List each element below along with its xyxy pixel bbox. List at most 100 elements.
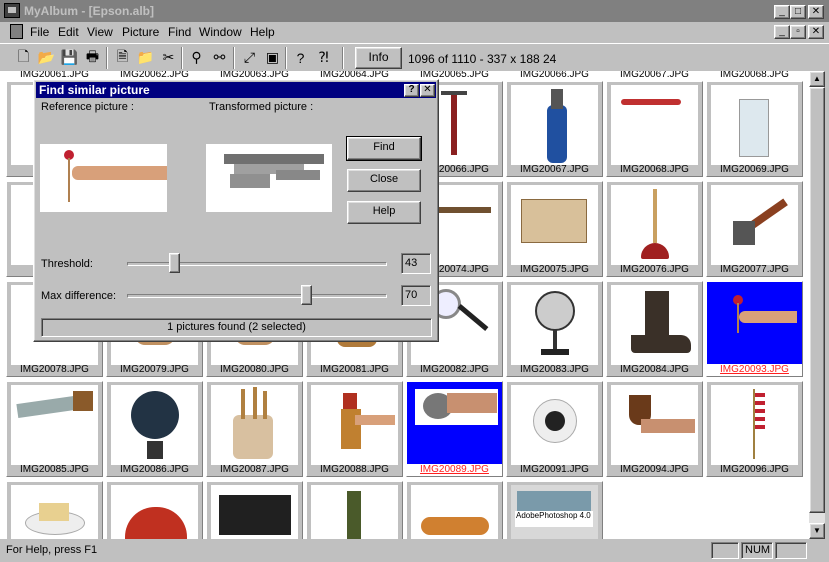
cut-icon[interactable]: ✂: [159, 48, 178, 67]
dialog-close-button[interactable]: ✕: [420, 84, 435, 97]
thumbnail-caption: IMG20088.JPG: [320, 464, 389, 475]
thumbnail-cell[interactable]: IMG20093.JPG: [706, 281, 803, 377]
max-difference-slider-track[interactable]: [127, 294, 387, 298]
mdi-minimize-button[interactable]: _: [774, 25, 790, 39]
menu-find[interactable]: Find: [168, 25, 191, 39]
threshold-label: Threshold:: [41, 258, 93, 270]
dialog-title-bar: Find similar picture ? ✕: [36, 82, 436, 98]
help-icon[interactable]: ?: [291, 48, 310, 67]
logo-version: 4.0: [579, 511, 591, 520]
menu-window[interactable]: Window: [199, 25, 242, 39]
thumbnail-cell[interactable]: [206, 481, 303, 539]
import-icon[interactable]: 🗎: [113, 48, 132, 67]
dialog-title: Find similar picture: [39, 83, 150, 97]
thumbnail-cell[interactable]: IMG20085.JPG: [6, 381, 103, 477]
open-icon[interactable]: 📂: [37, 48, 56, 67]
thumbnail-caption: IMG20086.JPG: [120, 464, 189, 475]
threshold-value: 43: [401, 253, 431, 274]
slideshow-icon[interactable]: ▣: [263, 48, 282, 67]
thumbnail-cell[interactable]: IMG20086.JPG: [106, 381, 203, 477]
partial-caption: IMG20068.JPG: [720, 71, 789, 80]
thumbnail-image: [711, 385, 798, 465]
threshold-slider-track[interactable]: [127, 262, 387, 266]
thumbnail-cell[interactable]: IMG20088.JPG: [306, 381, 403, 477]
threshold-slider-handle[interactable]: [169, 253, 180, 273]
partial-caption: IMG20066.JPG: [520, 71, 589, 80]
picture-info-readout: 1096 of 1110 - 337 x 188 24: [408, 52, 557, 66]
toolbar-separator: [342, 47, 344, 69]
thumbnail-image: [711, 285, 798, 365]
menu-file[interactable]: File: [30, 25, 49, 39]
thumbnail-cell[interactable]: IMG20076.JPG: [606, 181, 703, 277]
thumbnail-cell[interactable]: IMG20067.JPG: [506, 81, 603, 177]
logo-text: AdobePhotoshop: [516, 511, 578, 520]
thumbnail-cell[interactable]: IMG20084.JPG: [606, 281, 703, 377]
maximize-button[interactable]: □: [790, 5, 806, 19]
thumbnail-cell[interactable]: AdobePhotoshop 4.0: [506, 481, 603, 539]
thumbnail-cell[interactable]: [6, 481, 103, 539]
scroll-down-button[interactable]: ▼: [809, 523, 825, 539]
toolbar-separator: [181, 47, 183, 69]
menu-bar: File Edit View Picture Find Window Help …: [0, 22, 829, 42]
find-button[interactable]: Find: [346, 136, 422, 161]
help-button[interactable]: Help: [347, 201, 421, 224]
minimize-button[interactable]: _: [774, 5, 790, 19]
thumbnail-cell[interactable]: [106, 481, 203, 539]
scroll-up-button[interactable]: ▲: [809, 71, 825, 87]
thumbnail-cell[interactable]: IMG20077.JPG: [706, 181, 803, 277]
thumbnail-cell[interactable]: IMG20083.JPG: [506, 281, 603, 377]
partial-caption: IMG20067.JPG: [620, 71, 689, 80]
thumbnail-image: [311, 385, 398, 465]
toolbar-separator: [285, 47, 287, 69]
thumbnail-cell[interactable]: IMG20087.JPG: [206, 381, 303, 477]
thumbnail-cell[interactable]: IMG20068.JPG: [606, 81, 703, 177]
find-similar-icon[interactable]: ⚯: [210, 48, 229, 67]
thumbnail-cell[interactable]: IMG20094.JPG: [606, 381, 703, 477]
max-difference-slider-handle[interactable]: [301, 285, 312, 305]
thumbnail-cell[interactable]: IMG20069.JPG: [706, 81, 803, 177]
close-button[interactable]: ✕: [808, 5, 824, 19]
mdi-restore-button[interactable]: ▫: [790, 25, 806, 39]
title-bar: MyAlbum - [Epson.alb] _ □ ✕: [0, 0, 829, 22]
print-icon[interactable]: 🖶: [83, 48, 102, 67]
save-icon[interactable]: 💾: [60, 48, 79, 67]
thumbnail-image: [111, 385, 198, 465]
thumbnail-caption: IMG20094.JPG: [620, 464, 689, 475]
thumbnail-image: [611, 285, 698, 365]
app-icon[interactable]: [4, 3, 20, 18]
vertical-scrollbar[interactable]: ▲ ▼: [809, 71, 825, 539]
thumbnail-cell[interactable]: IMG20091.JPG: [506, 381, 603, 477]
menu-view[interactable]: View: [87, 25, 113, 39]
thumbnail-caption: IMG20080.JPG: [220, 364, 289, 375]
max-difference-label: Max difference:: [41, 290, 117, 302]
info-button[interactable]: Info: [355, 47, 402, 69]
find-binoculars-icon[interactable]: ⚲: [187, 48, 206, 67]
resize-icon[interactable]: ⤢: [240, 48, 259, 67]
thumbnail-cell[interactable]: IMG20075.JPG: [506, 181, 603, 277]
menu-edit[interactable]: Edit: [58, 25, 79, 39]
menu-help[interactable]: Help: [250, 25, 275, 39]
toolbar-separator: [233, 47, 235, 69]
open-folder-icon[interactable]: 📁: [136, 48, 155, 67]
thumbnail-cell[interactable]: [306, 481, 403, 539]
thumbnail-image: [511, 285, 598, 365]
dialog-help-button[interactable]: ?: [404, 84, 419, 97]
mdi-close-button[interactable]: ✕: [808, 25, 824, 39]
thumbnail-cell[interactable]: [406, 481, 503, 539]
close-dialog-button[interactable]: Close: [347, 169, 421, 192]
document-icon[interactable]: [10, 24, 23, 39]
thumbnail-caption: IMG20085.JPG: [20, 464, 89, 475]
thumbnail-image: [411, 385, 498, 465]
reference-preview: [40, 144, 167, 212]
toolbar-separator: [106, 47, 108, 69]
thumbnail-caption: IMG20089.JPG: [407, 464, 502, 476]
thumbnail-cell[interactable]: IMG20096.JPG: [706, 381, 803, 477]
transformed-preview: [206, 144, 332, 212]
status-text: For Help, press F1: [6, 544, 98, 556]
menu-picture[interactable]: Picture: [122, 25, 159, 39]
thumbnail-cell[interactable]: IMG20089.JPG: [406, 381, 503, 477]
new-icon[interactable]: 🗋: [14, 48, 33, 67]
context-help-icon[interactable]: ⁈: [314, 48, 333, 67]
scroll-thumb[interactable]: [809, 87, 825, 513]
results-status: 1 pictures found (2 selected): [41, 318, 432, 337]
